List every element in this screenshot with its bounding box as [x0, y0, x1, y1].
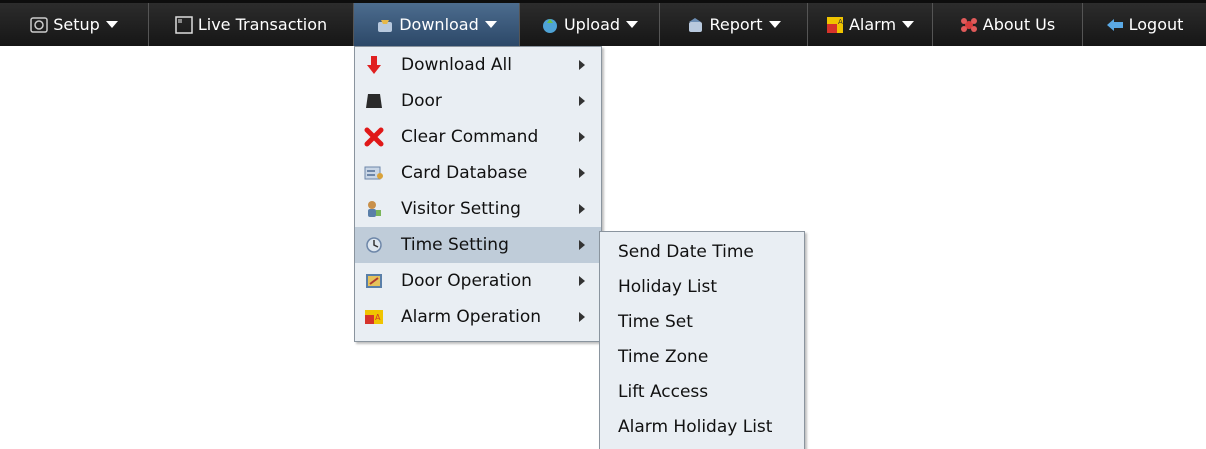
submenu-item-time-zone[interactable]: Time Zone	[600, 339, 804, 375]
menu-logout-label: Logout	[1128, 15, 1184, 34]
setup-icon	[30, 16, 48, 34]
chevron-right-icon	[579, 132, 585, 142]
chevron-down-icon	[768, 21, 781, 28]
menu-download-label: Download	[399, 15, 479, 34]
menu-report[interactable]: Report	[659, 3, 807, 46]
menu-item-door[interactable]: Door	[355, 83, 601, 119]
chevron-down-icon	[902, 21, 915, 28]
svg-text:A: A	[838, 18, 843, 26]
menu-item-label: Alarm Operation	[401, 307, 542, 327]
menu-setup-label: Setup	[53, 15, 100, 34]
door-icon	[363, 91, 385, 111]
menu-setup[interactable]: Setup	[0, 3, 148, 46]
chevron-right-icon	[579, 96, 585, 106]
submenu-item-holiday-list[interactable]: Holiday List	[600, 269, 804, 305]
submenu-item-label: Send Date Time	[618, 242, 754, 262]
menu-report-label: Report	[709, 15, 763, 34]
time-setting-submenu: Send Date Time Holiday List Time Set Tim…	[599, 231, 805, 449]
visitor-icon	[363, 199, 385, 219]
menu-item-download-all[interactable]: Download All	[355, 47, 601, 83]
download-icon	[376, 16, 394, 34]
menu-download[interactable]: Download	[353, 3, 519, 46]
card-database-icon	[363, 163, 385, 183]
submenu-item-label: Time Zone	[618, 347, 709, 367]
menu-item-label: Time Setting	[401, 235, 509, 255]
menu-item-visitor-setting[interactable]: Visitor Setting	[355, 191, 601, 227]
chevron-down-icon	[105, 21, 118, 28]
menu-item-door-operation[interactable]: Door Operation	[355, 263, 601, 299]
submenu-item-label: Alarm Holiday List	[618, 417, 773, 437]
clock-icon	[363, 235, 385, 255]
alarm-icon: A	[826, 16, 844, 34]
menu-item-label: Card Database	[401, 163, 528, 183]
menu-item-label: Visitor Setting	[401, 199, 521, 219]
menu-upload[interactable]: Upload	[519, 3, 659, 46]
upload-icon	[541, 16, 559, 34]
door-operation-icon	[363, 271, 385, 291]
menu-about-us-label: About Us	[982, 15, 1056, 34]
chevron-right-icon	[579, 204, 585, 214]
menu-logout[interactable]: Logout	[1082, 3, 1206, 46]
monitor-icon	[175, 15, 193, 34]
menu-about-us[interactable]: About Us	[932, 3, 1082, 46]
submenu-item-send-date-time[interactable]: Send Date Time	[600, 234, 804, 270]
chevron-down-icon	[484, 21, 497, 28]
menu-item-label: Clear Command	[401, 127, 539, 147]
svg-text:A: A	[375, 313, 381, 322]
submenu-item-label: Time Set	[618, 312, 693, 332]
menu-alarm[interactable]: A Alarm	[807, 3, 932, 46]
about-icon	[960, 16, 978, 34]
submenu-item-alarm-holiday-list[interactable]: Alarm Holiday List	[600, 409, 804, 445]
alarm-operation-icon: A	[363, 307, 385, 327]
chevron-right-icon	[579, 276, 585, 286]
submenu-item-time-set[interactable]: Time Set	[600, 304, 804, 340]
top-menubar: Setup Live Transaction Download Upload R…	[0, 0, 1206, 46]
chevron-right-icon	[579, 240, 585, 250]
menu-live-transaction[interactable]: Live Transaction	[148, 3, 353, 46]
menu-alarm-label: Alarm	[848, 15, 897, 34]
menu-item-label: Download All	[401, 55, 512, 75]
menu-item-time-setting[interactable]: Time Setting	[355, 227, 601, 263]
menu-live-transaction-label: Live Transaction	[197, 15, 328, 34]
submenu-item-label: Lift Access	[618, 382, 709, 402]
submenu-item-lift-access[interactable]: Lift Access	[600, 374, 804, 410]
logout-icon	[1106, 16, 1124, 34]
menu-item-label: Door Operation	[401, 271, 532, 291]
menu-item-label: Door	[401, 91, 442, 111]
download-dropdown-menu: Download All Door Clear Command Card Dat…	[354, 46, 602, 342]
menu-item-alarm-operation[interactable]: A Alarm Operation	[355, 299, 601, 335]
menu-item-card-database[interactable]: Card Database	[355, 155, 601, 191]
menu-item-clear-command[interactable]: Clear Command	[355, 119, 601, 155]
report-icon	[686, 16, 704, 34]
red-x-icon	[363, 127, 385, 147]
menu-upload-label: Upload	[563, 15, 621, 34]
down-arrow-icon	[363, 55, 385, 75]
chevron-right-icon	[579, 168, 585, 178]
chevron-down-icon	[626, 21, 639, 28]
chevron-right-icon	[579, 60, 585, 70]
submenu-item-label: Holiday List	[618, 277, 718, 297]
chevron-right-icon	[579, 312, 585, 322]
